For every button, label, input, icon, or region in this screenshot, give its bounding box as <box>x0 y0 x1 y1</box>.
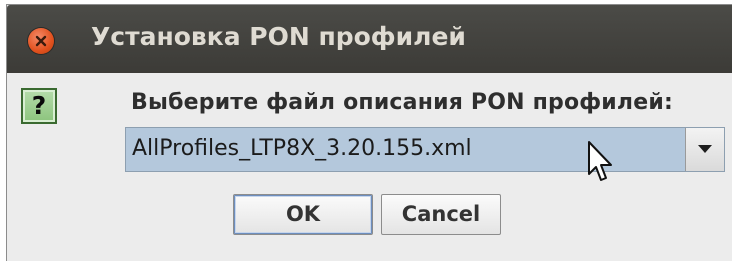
file-select-value: AllProfiles_LTP8X_3.20.155.xml <box>132 136 472 161</box>
close-button[interactable] <box>28 28 54 54</box>
cancel-button[interactable]: Cancel <box>381 194 501 235</box>
dropdown-button[interactable] <box>685 128 724 171</box>
dialog-title: Установка PON профилей <box>91 22 466 51</box>
dialog-content: ? Выберите файл описания PON профилей: A… <box>7 73 732 261</box>
title-bar[interactable]: Установка PON профилей <box>7 5 732 73</box>
prompt-label: Выберите файл описания PON профилей: <box>131 90 673 115</box>
mouse-pointer-icon <box>588 141 612 181</box>
question-icon: ? <box>21 88 57 124</box>
ok-button[interactable]: OK <box>233 194 373 235</box>
chevron-down-icon <box>698 145 712 153</box>
file-select-combobox[interactable]: AllProfiles_LTP8X_3.20.155.xml <box>125 127 725 172</box>
close-icon <box>35 35 47 47</box>
question-mark: ? <box>31 91 47 120</box>
dialog-window: Установка PON профилей ? Выберите файл о… <box>6 4 732 261</box>
